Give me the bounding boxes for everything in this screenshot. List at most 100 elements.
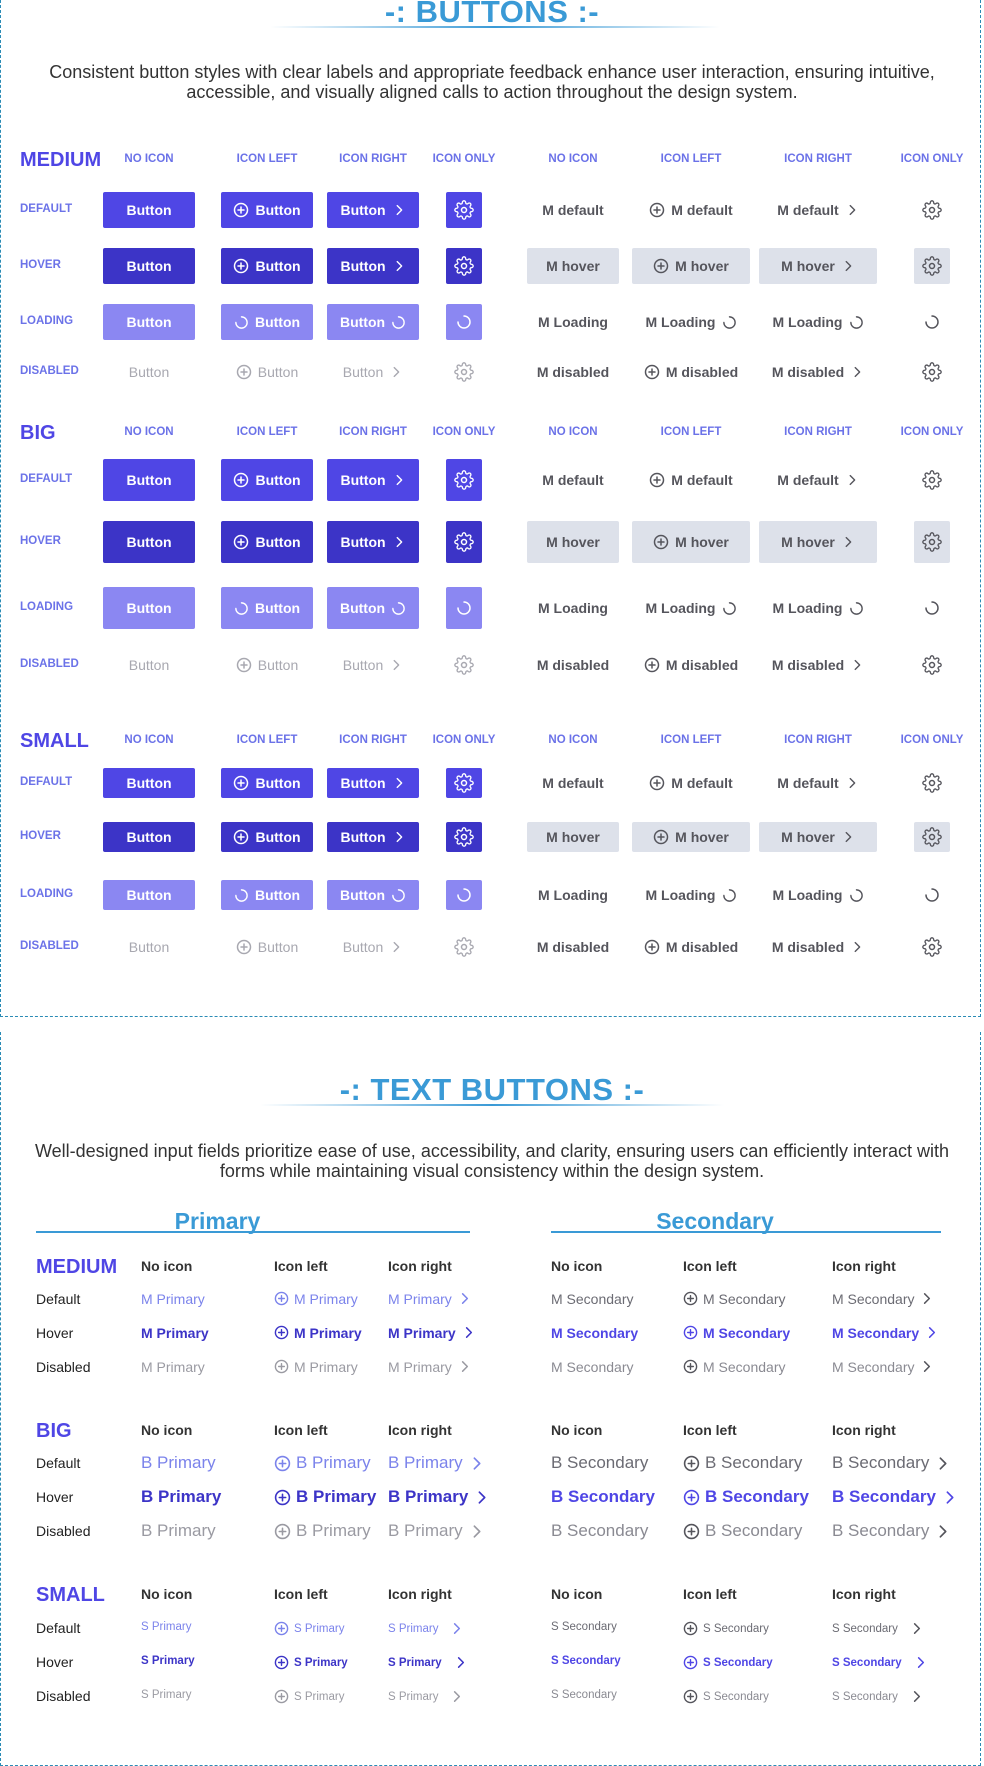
secondary-text-default-icon-left-button[interactable]: S Secondary — [683, 1621, 769, 1636]
secondary-loading-icon-left-button[interactable]: M Loading — [632, 880, 750, 910]
secondary-text-default-icon-right-button[interactable]: M Secondary — [832, 1291, 934, 1307]
primary-default-icon-only-button[interactable] — [446, 459, 482, 501]
secondary-default-no-icon-button[interactable]: M default — [527, 192, 619, 228]
primary-default-icon-right-button[interactable]: Button — [327, 192, 419, 228]
secondary-text-default-icon-left-button[interactable]: M Secondary — [683, 1291, 785, 1307]
primary-loading-icon-only-button[interactable] — [446, 587, 482, 629]
secondary-loading-icon-left-button[interactable]: M Loading — [632, 587, 750, 629]
primary-loading-no-icon-button[interactable]: Button — [103, 880, 195, 910]
secondary-text-default-no-icon-button[interactable]: M Secondary — [551, 1291, 633, 1307]
primary-text-hover-icon-right-button[interactable]: B Primary — [388, 1487, 490, 1507]
primary-default-icon-right-button[interactable]: Button — [327, 459, 419, 501]
primary-hover-icon-left-button[interactable]: Button — [221, 248, 313, 284]
primary-default-icon-left-button[interactable]: Button — [221, 192, 313, 228]
secondary-hover-icon-right-button[interactable]: M hover — [759, 822, 877, 852]
primary-default-no-icon-button[interactable]: Button — [103, 192, 195, 228]
primary-text-hover-icon-left-button[interactable]: B Primary — [274, 1487, 376, 1507]
primary-hover-no-icon-button[interactable]: Button — [103, 521, 195, 563]
secondary-loading-no-icon-button[interactable]: M Loading — [527, 880, 619, 910]
secondary-hover-icon-right-button[interactable]: M hover — [759, 248, 877, 284]
primary-hover-icon-left-button[interactable]: Button — [221, 521, 313, 563]
primary-loading-icon-only-button[interactable] — [446, 880, 482, 910]
primary-text-default-no-icon-button[interactable]: M Primary — [141, 1291, 205, 1307]
primary-default-icon-left-button[interactable]: Button — [221, 768, 313, 798]
primary-text-hover-no-icon-button[interactable]: S Primary — [141, 1655, 195, 1667]
secondary-hover-no-icon-button[interactable]: M hover — [527, 521, 619, 563]
primary-loading-icon-left-button[interactable]: Button — [221, 587, 313, 629]
secondary-hover-icon-only-button[interactable] — [914, 248, 950, 284]
primary-text-hover-icon-right-button[interactable]: M Primary — [388, 1325, 476, 1341]
secondary-hover-no-icon-button[interactable]: M hover — [527, 248, 619, 284]
primary-hover-no-icon-button[interactable]: Button — [103, 248, 195, 284]
primary-default-icon-only-button[interactable] — [446, 192, 482, 228]
primary-loading-icon-left-button[interactable]: Button — [221, 880, 313, 910]
primary-text-default-icon-left-button[interactable]: B Primary — [274, 1453, 371, 1473]
primary-text-default-icon-left-button[interactable]: S Primary — [274, 1621, 344, 1636]
primary-default-icon-only-button[interactable] — [446, 768, 482, 798]
secondary-hover-icon-right-button[interactable]: M hover — [759, 521, 877, 563]
secondary-default-icon-left-button[interactable]: M default — [632, 459, 750, 501]
primary-text-hover-icon-right-button[interactable]: S Primary — [388, 1655, 468, 1670]
primary-hover-icon-right-button[interactable]: Button — [327, 822, 419, 852]
primary-text-hover-icon-left-button[interactable]: S Primary — [274, 1655, 348, 1670]
primary-text-default-no-icon-button[interactable]: S Primary — [141, 1621, 191, 1633]
primary-hover-icon-only-button[interactable] — [446, 822, 482, 852]
secondary-default-icon-only-button[interactable] — [914, 459, 950, 501]
secondary-default-icon-only-button[interactable] — [914, 192, 950, 228]
secondary-loading-no-icon-button[interactable]: M Loading — [527, 304, 619, 340]
primary-text-hover-no-icon-button[interactable]: B Primary — [141, 1487, 221, 1507]
secondary-hover-icon-left-button[interactable]: M hover — [632, 822, 750, 852]
primary-hover-no-icon-button[interactable]: Button — [103, 822, 195, 852]
primary-text-default-no-icon-button[interactable]: B Primary — [141, 1453, 216, 1473]
secondary-loading-icon-only-button[interactable] — [914, 304, 950, 340]
secondary-default-icon-left-button[interactable]: M default — [632, 768, 750, 798]
secondary-loading-no-icon-button[interactable]: M Loading — [527, 587, 619, 629]
secondary-default-icon-right-button[interactable]: M default — [759, 459, 877, 501]
primary-hover-icon-right-button[interactable]: Button — [327, 248, 419, 284]
secondary-loading-icon-left-button[interactable]: M Loading — [632, 304, 750, 340]
secondary-text-hover-icon-right-button[interactable]: B Secondary — [832, 1487, 958, 1507]
primary-text-default-icon-right-button[interactable]: S Primary — [388, 1621, 464, 1636]
secondary-loading-icon-right-button[interactable]: M Loading — [759, 587, 877, 629]
primary-hover-icon-right-button[interactable]: Button — [327, 521, 419, 563]
secondary-loading-icon-right-button[interactable]: M Loading — [759, 880, 877, 910]
primary-text-hover-icon-left-button[interactable]: M Primary — [274, 1325, 362, 1341]
secondary-text-hover-icon-left-button[interactable]: M Secondary — [683, 1325, 790, 1341]
secondary-loading-icon-only-button[interactable] — [914, 880, 950, 910]
secondary-text-hover-icon-left-button[interactable]: B Secondary — [683, 1487, 809, 1507]
secondary-text-default-no-icon-button[interactable]: B Secondary — [551, 1453, 648, 1473]
secondary-default-no-icon-button[interactable]: M default — [527, 459, 619, 501]
secondary-text-hover-icon-right-button[interactable]: S Secondary — [832, 1655, 928, 1670]
primary-hover-icon-left-button[interactable]: Button — [221, 822, 313, 852]
secondary-default-no-icon-button[interactable]: M default — [527, 768, 619, 798]
secondary-text-default-icon-right-button[interactable]: S Secondary — [832, 1621, 924, 1636]
secondary-hover-no-icon-button[interactable]: M hover — [527, 822, 619, 852]
secondary-default-icon-only-button[interactable] — [914, 768, 950, 798]
secondary-hover-icon-left-button[interactable]: M hover — [632, 248, 750, 284]
secondary-hover-icon-left-button[interactable]: M hover — [632, 521, 750, 563]
primary-text-default-icon-left-button[interactable]: M Primary — [274, 1291, 358, 1307]
secondary-loading-icon-only-button[interactable] — [914, 587, 950, 629]
primary-default-icon-left-button[interactable]: Button — [221, 459, 313, 501]
primary-loading-icon-left-button[interactable]: Button — [221, 304, 313, 340]
primary-default-icon-right-button[interactable]: Button — [327, 768, 419, 798]
secondary-text-default-icon-right-button[interactable]: B Secondary — [832, 1453, 951, 1473]
secondary-hover-icon-only-button[interactable] — [914, 822, 950, 852]
primary-loading-no-icon-button[interactable]: Button — [103, 304, 195, 340]
primary-loading-icon-right-button[interactable]: Button — [327, 880, 419, 910]
secondary-text-hover-icon-right-button[interactable]: M Secondary — [832, 1325, 939, 1341]
primary-text-default-icon-right-button[interactable]: B Primary — [388, 1453, 485, 1473]
primary-hover-icon-only-button[interactable] — [446, 521, 482, 563]
primary-default-no-icon-button[interactable]: Button — [103, 768, 195, 798]
primary-loading-icon-right-button[interactable]: Button — [327, 587, 419, 629]
secondary-text-default-no-icon-button[interactable]: S Secondary — [551, 1621, 617, 1633]
secondary-text-hover-no-icon-button[interactable]: M Secondary — [551, 1325, 638, 1341]
secondary-text-hover-icon-left-button[interactable]: S Secondary — [683, 1655, 773, 1670]
secondary-default-icon-left-button[interactable]: M default — [632, 192, 750, 228]
primary-default-no-icon-button[interactable]: Button — [103, 459, 195, 501]
primary-text-hover-no-icon-button[interactable]: M Primary — [141, 1325, 209, 1341]
secondary-default-icon-right-button[interactable]: M default — [759, 192, 877, 228]
primary-loading-icon-right-button[interactable]: Button — [327, 304, 419, 340]
secondary-text-default-icon-left-button[interactable]: B Secondary — [683, 1453, 802, 1473]
primary-text-default-icon-right-button[interactable]: M Primary — [388, 1291, 472, 1307]
